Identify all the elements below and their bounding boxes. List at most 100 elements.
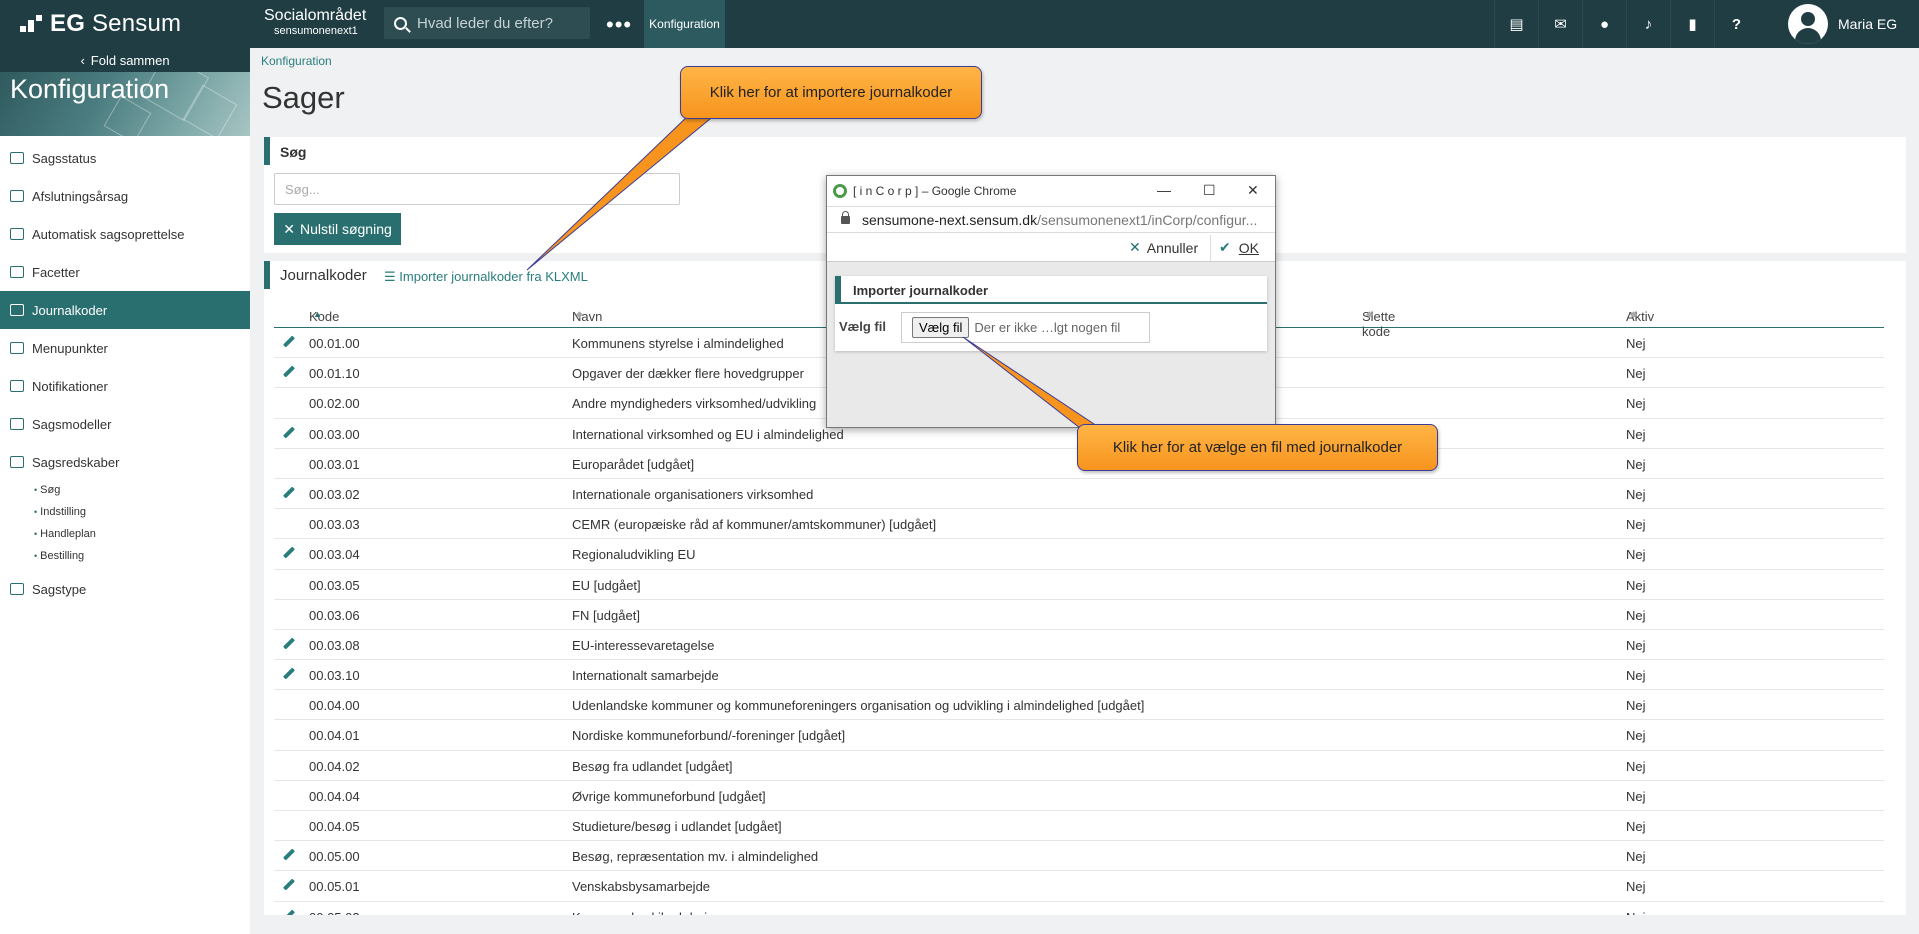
sidebar-subitem-bestilling[interactable]: Bestilling xyxy=(34,545,250,567)
table-row[interactable]: 00.03.06 FN [udgået] Nej xyxy=(274,600,1884,630)
edit-pencil-icon[interactable] xyxy=(282,365,296,378)
popup-titlebar[interactable]: [ i n C o r p ] – Google Chrome — ☐ ✕ xyxy=(827,176,1275,206)
cell-code: 00.03.10 xyxy=(309,668,360,684)
popup-address-bar[interactable]: sensumone-next.sensum.dk/sensumonenext1/… xyxy=(827,206,1275,232)
table-row[interactable]: 00.04.01 Nordiske kommuneforbund/-forenin… xyxy=(274,720,1884,751)
sort-icon: ◆ xyxy=(576,309,583,319)
sort-ascending-icon: ▲ xyxy=(313,309,322,319)
sidebar-item-label: Afslutningsårsag xyxy=(32,188,129,204)
fold-collapse-button[interactable]: ‹ Fold sammen xyxy=(0,48,250,72)
table-row[interactable]: 00.05.00 Besøg, repræsentation mv. i almi… xyxy=(274,841,1884,872)
import-klxml-label: Importer journalkoder fra KLXML xyxy=(399,269,588,284)
table-row[interactable]: 00.05.01 Venskabsbysamarbejde Nej xyxy=(274,871,1884,902)
ok-button[interactable]: ✔ OK xyxy=(1219,239,1259,256)
reset-search-button[interactable]: ✕ Nulstil søgning xyxy=(274,213,401,245)
global-search[interactable] xyxy=(384,7,590,39)
sidebar-item-sagsredskaber[interactable]: Sagsredskaber xyxy=(0,443,250,481)
table-row[interactable]: 00.05.02 Kommunale skibsdøbninger Nej xyxy=(274,902,1884,915)
table-row[interactable]: 00.04.05 Studieture/besøg i udlandet [udg… xyxy=(274,811,1884,842)
sidebar-subitem-soeg[interactable]: Søg xyxy=(34,479,250,501)
cancel-button[interactable]: ✕ Annuller xyxy=(1129,239,1198,256)
eg-sensum-logo[interactable]: EG Sensum xyxy=(20,10,181,38)
maximize-icon[interactable]: ☐ xyxy=(1203,182,1216,199)
context-title: Socialområdet xyxy=(264,7,367,24)
context-switcher[interactable]: Socialområdet sensumonenext1 xyxy=(264,6,366,38)
sidebar-item-afslutningsaarsag[interactable]: Afslutningsårsag xyxy=(0,177,250,215)
cell-code: 00.03.06 xyxy=(309,607,360,623)
sidebar-item-notifikationer[interactable]: Notifikationer xyxy=(0,367,250,405)
file-status-text: Der er ikke …lgt nogen fil xyxy=(974,320,1121,335)
sidebar-item-sagstype[interactable]: Sagstype xyxy=(0,570,250,608)
cell-name: Kommunale skibsdøbninger xyxy=(572,910,733,915)
bookmark-icon[interactable]: ▮ xyxy=(1670,0,1714,48)
cell-active: Nej xyxy=(1626,396,1646,412)
minimize-icon[interactable]: — xyxy=(1157,182,1171,198)
cell-active: Nej xyxy=(1626,698,1646,714)
edit-pencil-icon[interactable] xyxy=(282,667,296,680)
sidebar-subitem-indstilling[interactable]: Indstilling xyxy=(34,501,250,523)
table-row[interactable]: 00.03.03 CEMR (europæiske råd af kommuner… xyxy=(274,509,1884,540)
edit-pencil-icon[interactable] xyxy=(282,909,296,915)
sidebar-item-sagsstatus[interactable]: Sagsstatus xyxy=(0,139,250,177)
mail-icon[interactable]: ✉ xyxy=(1538,0,1582,48)
cell-name: Europarådet [udgået] xyxy=(572,456,695,472)
table-row[interactable]: 00.03.04 Regionaludvikling EU Nej xyxy=(274,539,1884,570)
ok-label: OK xyxy=(1238,239,1259,256)
edit-pencil-icon[interactable] xyxy=(282,486,296,499)
import-klxml-link[interactable]: ☰ Importer journalkoder fra KLXML xyxy=(384,269,588,285)
cell-code: 00.04.04 xyxy=(309,788,360,804)
table-row[interactable]: 00.03.02 Internationale organisationers v… xyxy=(274,479,1884,510)
more-menu-icon[interactable]: ••• xyxy=(606,12,632,38)
table-row[interactable]: 00.04.04 Øvrige kommuneforbund [udgået] Ne… xyxy=(274,781,1884,811)
config-icon xyxy=(10,228,24,240)
bell-icon[interactable]: ♪ xyxy=(1626,0,1670,48)
cell-code: 00.03.05 xyxy=(309,577,360,593)
table-row[interactable]: 00.03.10 Internationalt samarbejde Nej xyxy=(274,660,1884,691)
cell-name: EU [udgået] xyxy=(572,577,641,593)
cell-active: Nej xyxy=(1626,366,1646,382)
sidebar-item-label: Facetter xyxy=(32,264,80,280)
sidebar-item-automatisk-sagsoprettelse[interactable]: Automatisk sagsoprettelse xyxy=(0,215,250,253)
tab-konfiguration[interactable]: Konfiguration xyxy=(644,0,725,48)
close-window-icon[interactable]: ✕ xyxy=(1247,182,1259,199)
import-panel-title: Importer journalkoder xyxy=(853,283,989,298)
file-input[interactable]: Vælg fil Der er ikke …lgt nogen fil xyxy=(901,312,1150,343)
document-icon[interactable]: ▤ xyxy=(1494,0,1538,48)
cell-code: 00.03.04 xyxy=(309,547,360,563)
list-icon: ☰ xyxy=(384,269,396,284)
config-icon xyxy=(10,583,24,595)
cell-active: Nej xyxy=(1626,607,1646,623)
config-icon xyxy=(10,342,24,354)
edit-pencil-icon[interactable] xyxy=(282,335,296,348)
user-menu[interactable]: Maria EG xyxy=(1788,4,1897,44)
table-row[interactable]: 00.03.05 EU [udgået] Nej xyxy=(274,570,1884,600)
chat-icon[interactable]: ● xyxy=(1582,0,1626,48)
edit-pencil-icon[interactable] xyxy=(282,546,296,559)
global-search-input[interactable] xyxy=(417,14,577,32)
callout-import: Klik her for at importere journalkoder xyxy=(680,66,982,119)
help-icon[interactable]: ? xyxy=(1714,0,1758,48)
sidebar-banner-title: Konfiguration xyxy=(10,74,170,104)
callout-choose-file: Klik her for at vælge en fil med journal… xyxy=(1077,424,1438,471)
sidebar-item-sagsmodeller[interactable]: Sagsmodeller xyxy=(0,405,250,443)
fold-label: Fold sammen xyxy=(90,52,170,68)
sidebar-subitem-handleplan[interactable]: Handleplan xyxy=(34,523,250,545)
cell-active: Nej xyxy=(1626,577,1646,593)
table-row[interactable]: 00.04.00 Udenlandske kommuner og kommunef… xyxy=(274,690,1884,721)
table-row[interactable]: 00.03.08 EU-interessevaretagelse Nej xyxy=(274,630,1884,661)
edit-pencil-icon[interactable] xyxy=(282,878,296,891)
cell-active: Nej xyxy=(1626,819,1646,834)
sidebar-item-menupunkter[interactable]: Menupunkter xyxy=(0,329,250,367)
sidebar-item-journalkoder[interactable]: Journalkoder xyxy=(0,291,250,329)
edit-pencil-icon[interactable] xyxy=(282,848,296,861)
cell-code: 00.01.10 xyxy=(309,366,360,382)
cell-active: Nej xyxy=(1626,426,1646,442)
sidebar-item-facetter[interactable]: Facetter xyxy=(0,253,250,291)
table-row[interactable]: 00.04.02 Besøg fra udlandet [udgået] Nej xyxy=(274,751,1884,781)
breadcrumb[interactable]: Konfiguration xyxy=(261,54,332,68)
cell-name: Studieture/besøg i udlandet [udgået] xyxy=(572,819,782,834)
edit-pencil-icon[interactable] xyxy=(282,637,296,650)
search-input[interactable] xyxy=(274,173,680,205)
edit-pencil-icon[interactable] xyxy=(282,426,296,439)
choose-file-button[interactable]: Vælg fil xyxy=(912,317,970,338)
